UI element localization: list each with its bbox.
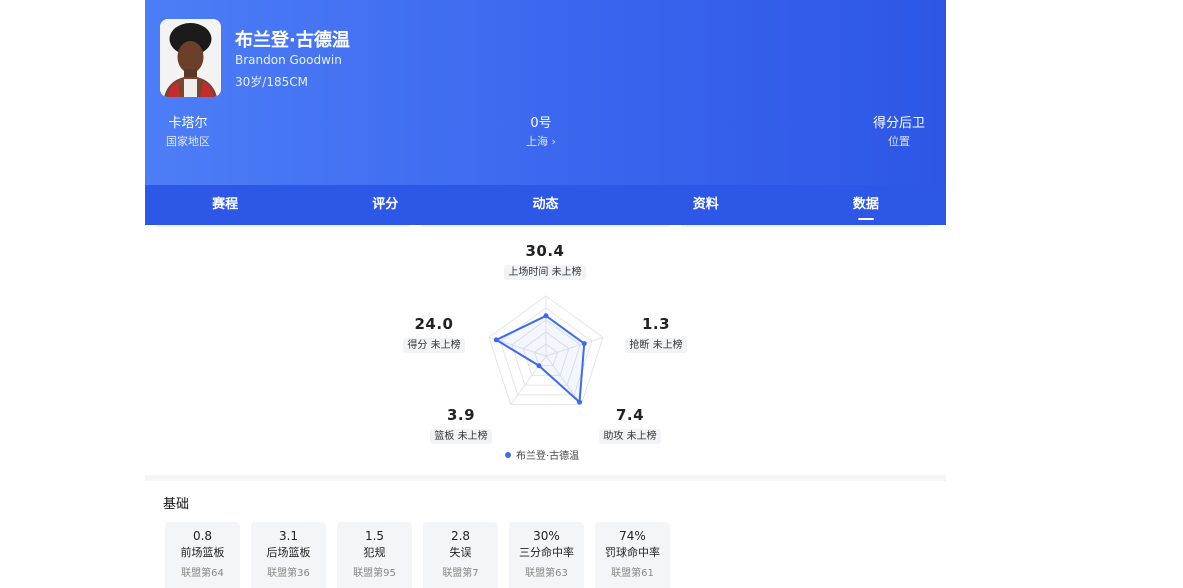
basic-stat-card: 1.5 犯规 联盟第95 (337, 522, 412, 588)
radar-point-steals (581, 341, 587, 347)
player-page: 布兰登·古德温 Brandon Goodwin 30岁/185CM 卡塔尔 国家… (145, 0, 946, 588)
radar-point-rebounds (536, 363, 542, 369)
basic-stat-card: 3.1 后场篮板 联盟第36 (251, 522, 326, 588)
legend-label: 布兰登·古德温 (516, 451, 580, 462)
radar-label-points: 24.0 得分 未上榜 (399, 315, 469, 353)
radar-legend: 布兰登·古德温 (505, 447, 579, 462)
basic-stat-card: 0.8 前场篮板 联盟第64 (165, 522, 240, 588)
basic-section-title: 基础 (163, 497, 190, 512)
radar-label-assists: 7.4 助攻 未上榜 (593, 406, 667, 444)
radar-label-steals: 1.3 抢断 未上榜 (621, 315, 691, 353)
basic-stat-card: 2.8 失误 联盟第7 (423, 522, 498, 588)
basic-stat-card: 30% 三分命中率 联盟第63 (509, 522, 584, 588)
radar-chart (488, 295, 604, 406)
radar-point-minutes (543, 313, 549, 319)
radar-point-assists (577, 399, 583, 405)
section-divider (145, 475, 946, 481)
radar-label-rebounds: 3.9 篮板 未上榜 (429, 406, 493, 444)
radar-point-points (493, 337, 499, 343)
basic-stat-card: 74% 罚球命中率 联盟第61 (595, 522, 670, 588)
radar-series-area (494, 314, 586, 405)
legend-dot-icon (505, 451, 511, 458)
basic-stats-row: 0.8 前场篮板 联盟第64 3.1 后场篮板 联盟第36 1.5 犯规 联盟第… (165, 522, 681, 588)
radar-label-minutes: 30.4 上场时间 未上榜 (500, 242, 590, 280)
